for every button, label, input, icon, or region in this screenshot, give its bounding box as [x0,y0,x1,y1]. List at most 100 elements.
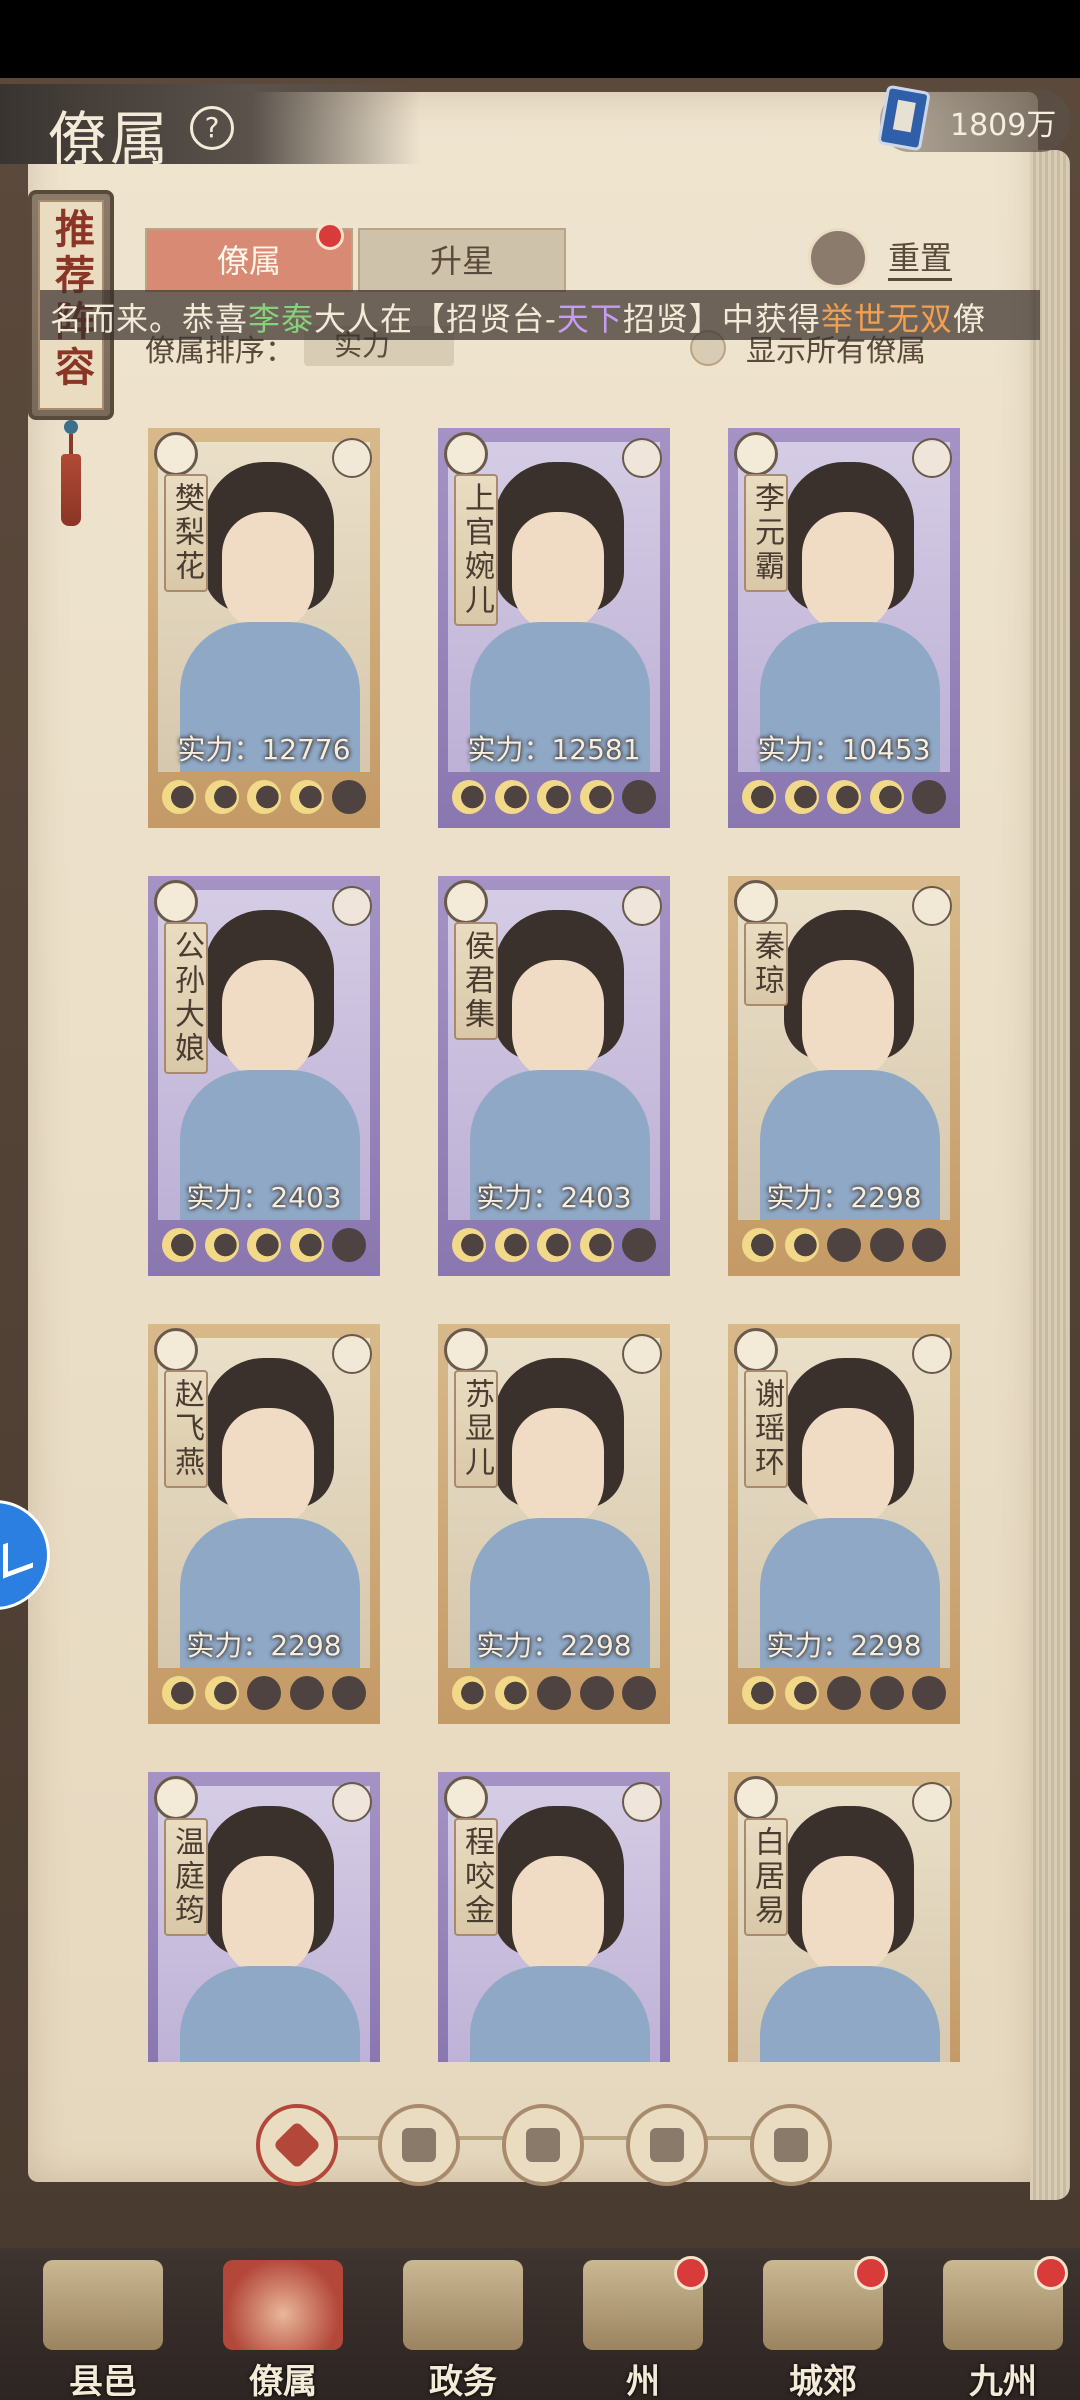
all-filter-button[interactable] [256,2104,338,2186]
faction-badge-icon [444,432,488,476]
officer-name: 秦琼 [744,922,788,1006]
officer-card[interactable]: 温庭筠 [148,1772,380,2062]
moon-star-icon [869,1228,904,1262]
moon-star-icon [247,1228,281,1262]
officer-name: 谢瑶环 [744,1370,788,1488]
star-rating [742,1228,946,1268]
officer-power: 实力：2403 [476,1181,632,1214]
officer-name: 白居易 [744,1818,788,1936]
moon-star-icon [452,780,486,814]
moon-star-icon [494,1228,529,1262]
officer-card[interactable]: 赵飞燕 实力：2298 [148,1324,380,1724]
faction-badge-icon [154,432,198,476]
nav-label: 州 [626,2362,660,2400]
officer-type-icon [622,1782,662,1822]
faction-badge-icon [444,1328,488,1372]
officer-card[interactable]: 苏显儿 实力：2298 [438,1324,670,1724]
officer-name: 上官婉儿 [454,474,498,626]
faction-badge-icon [154,880,198,924]
star-rating [742,1676,946,1716]
officer-power: 实力：2298 [186,1629,342,1662]
officer-card[interactable]: 公孙大娘 实力：2403 [148,876,380,1276]
officer-card[interactable]: 侯君集实力：2403 [438,876,670,1276]
faction-badge-icon [444,880,488,924]
officer-power: 实力：2403 [186,1181,342,1214]
officer-type-icon [332,886,372,926]
moon-star-icon [537,1228,571,1262]
moon-star-icon [494,780,529,814]
officer-card[interactable]: 白居易 [728,1772,960,2062]
faction-badge-icon [734,1776,778,1820]
moon-star-icon [332,780,366,814]
moon-star-icon [247,1676,281,1710]
moon-star-icon [579,1228,614,1262]
moon-star-icon [622,780,656,814]
moon-star-icon [869,1676,904,1710]
officer-card[interactable]: 李元霸 实力：10453 [728,428,960,828]
officer-name: 李元霸 [744,474,788,592]
officer-type-icon [912,1334,952,1374]
moon-star-icon [537,1676,571,1710]
official-filter-button[interactable] [502,2104,584,2186]
officer-name: 侯君集 [454,922,498,1040]
moon-star-icon [247,780,281,814]
moon-star-icon [289,780,324,814]
notification-dot [854,2256,888,2290]
star-rating [162,780,366,820]
officer-card[interactable]: 樊梨花 实力：12776 [148,428,380,828]
faction-badge-icon [734,432,778,476]
star-rating [452,1228,656,1268]
moon-star-icon [784,780,819,814]
officer-card[interactable]: 谢瑶环实力：2298 [728,1324,960,1724]
moon-star-icon [622,1228,656,1262]
moon-star-icon [784,1228,819,1262]
star-rating [452,780,656,820]
nav-label: 县邑 [69,2362,137,2400]
officer-card[interactable]: 程咬金 [438,1772,670,2062]
moon-star-icon [869,780,904,814]
all-filter-icon [272,2120,322,2170]
general-filter-button[interactable] [750,2104,832,2186]
officer-power: 实力：12581 [467,733,641,766]
beauty-filter-icon [650,2128,684,2162]
nav-item[interactable]: 九州 [928,2250,1078,2400]
nav-art-icon [223,2260,343,2350]
moon-star-icon [912,780,946,814]
faction-badge-icon [154,1776,198,1820]
officer-card[interactable]: 秦琼实力：2298 [728,876,960,1276]
faction-badge-icon [734,880,778,924]
officer-power: 实力：2298 [766,1181,922,1214]
moon-star-icon [579,1676,614,1710]
officer-name: 程咬金 [454,1818,498,1936]
moon-star-icon [742,780,776,814]
star-rating [452,1676,656,1716]
officer-card[interactable]: 上官婉儿实力：12581 [438,428,670,828]
nav-art-icon [43,2260,163,2350]
moon-star-icon [204,1676,239,1710]
nav-item[interactable]: 县邑 [28,2250,178,2400]
officer-name: 苏显儿 [454,1370,498,1488]
star-rating [162,1228,366,1268]
nav-item[interactable]: 城郊 [748,2250,898,2400]
moon-star-icon [289,1676,324,1710]
literati-filter-button[interactable] [378,2104,460,2186]
moon-star-icon [827,1676,861,1710]
officer-type-icon [622,886,662,926]
faction-badge-icon [734,1328,778,1372]
nav-item[interactable]: 州 [568,2250,718,2400]
moon-star-icon [452,1228,486,1262]
officer-name: 温庭筠 [164,1818,208,1936]
moon-star-icon [579,780,614,814]
nav-art-icon [403,2260,523,2350]
star-rating [162,1676,366,1716]
officer-type-icon [912,438,952,478]
moon-star-icon [742,1228,776,1262]
beauty-filter-button[interactable] [626,2104,708,2186]
officer-power: 实力：12776 [177,733,351,766]
nav-item[interactable]: 僚属 [208,2250,358,2400]
nav-item[interactable]: 政务 [388,2250,538,2400]
officer-grid: 樊梨花 实力：12776 上官婉儿 实力：12581 李元霸 实力：10453 公孙大娘 实力… [0,0,1080,2400]
moon-star-icon [827,780,861,814]
officer-power: 实力：2298 [766,1629,922,1662]
official-filter-icon [526,2128,560,2162]
